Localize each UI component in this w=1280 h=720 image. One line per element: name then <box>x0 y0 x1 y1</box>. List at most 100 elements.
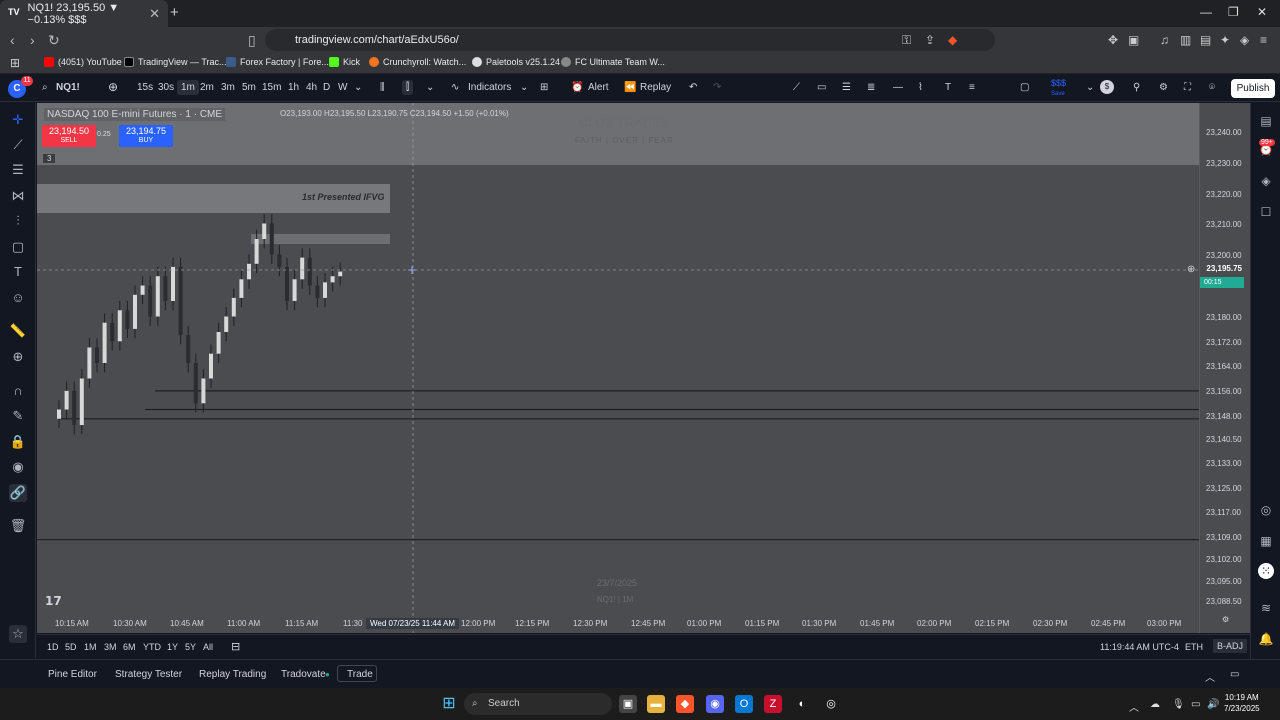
layouts-icon[interactable]: ⊞ <box>540 82 548 93</box>
camera-icon[interactable]: ⌾ <box>1209 82 1215 93</box>
chart-legend-title[interactable]: NASDAQ 100 E-mini Futures · 1 · CME <box>44 108 226 121</box>
price-scale[interactable]: 23,240.00 23,230.00 23,220.00 23,210.00 … <box>1199 103 1250 633</box>
bookmark-forex-factory[interactable]: Forex Factory | Fore... <box>226 57 329 67</box>
bookmark-paletools[interactable]: Paletools v25.1.24 <box>472 57 560 67</box>
trash-icon[interactable]: 🗑 <box>9 517 27 535</box>
publish-button[interactable]: Publish <box>1231 79 1275 98</box>
add-symbol-icon[interactable]: ⊕ <box>108 80 118 94</box>
save-button[interactable]: $$$ Save <box>1051 79 1066 99</box>
adjustment-toggle[interactable]: B-ADJ <box>1213 639 1248 653</box>
undo-icon[interactable]: ↶ <box>689 82 697 93</box>
interval-1h[interactable]: 1h <box>288 82 299 93</box>
range-5y[interactable]: 5Y <box>185 642 196 652</box>
system-clock[interactable]: 10:19 AM 7/23/2025 <box>1224 692 1260 714</box>
dollar-icon[interactable]: $ <box>1100 80 1114 94</box>
interval-30s[interactable]: 30s <box>158 82 174 93</box>
range-3m[interactable]: 3M <box>104 642 117 652</box>
chevron-down-icon[interactable]: ⌄ <box>520 82 528 93</box>
indicator-count-toggle[interactable]: 3 <box>43 154 56 163</box>
obs-icon[interactable]: ◎ <box>822 695 840 713</box>
calendar-icon[interactable]: ▦ <box>1258 533 1274 549</box>
screenshot-icon[interactable]: ▣ <box>1128 33 1139 47</box>
ai-icon[interactable]: ✦ <box>1220 33 1230 47</box>
maximize-panel-icon[interactable]: ▭ <box>1230 669 1239 680</box>
scale-settings-icon[interactable]: ⚙ <box>1222 615 1229 624</box>
vpn-icon[interactable]: ◈ <box>1240 33 1249 47</box>
chevron-down-icon[interactable]: ⌄ <box>354 82 362 93</box>
range-1d[interactable]: 1D <box>47 642 59 652</box>
emoji-icon[interactable]: ☺ <box>9 289 27 307</box>
target-icon[interactable]: ◎ <box>1258 502 1274 518</box>
brave-icon[interactable]: ◆ <box>948 33 957 47</box>
fib-tool-icon[interactable]: ≣ <box>867 82 875 93</box>
geometric-shapes-icon[interactable]: ▢ <box>9 238 27 256</box>
discord-icon[interactable]: ◉ <box>706 695 724 713</box>
position-tool-icon[interactable]: ☰ <box>842 82 851 93</box>
minimize-icon[interactable]: — <box>1200 5 1212 19</box>
zoom-in-icon[interactable]: ⊕ <box>9 348 27 366</box>
bookmark-tradingview[interactable]: TradingView — Trac... <box>124 57 227 67</box>
chart-clock[interactable]: 11:19:44 AM UTC-4 <box>1100 642 1179 652</box>
tab-replay-trading[interactable]: Replay Trading <box>199 669 266 680</box>
pattern-icon[interactable]: ⋈ <box>9 187 27 205</box>
outlook-icon[interactable]: O <box>735 695 753 713</box>
range-all[interactable]: All <box>203 642 213 652</box>
crosshair-icon[interactable]: ✛ <box>9 111 27 129</box>
quick-search-icon[interactable]: ⚲ <box>1133 82 1140 93</box>
bookmark-fc-ultimate[interactable]: FC Ultimate Team W... <box>561 57 665 67</box>
range-1m[interactable]: 1M <box>84 642 97 652</box>
trendline-tool-icon[interactable]: ⟋ <box>793 82 800 93</box>
redo-icon[interactable]: ↷ <box>713 82 721 93</box>
interval-1m[interactable]: 1m <box>177 80 199 95</box>
range-6m[interactable]: 6M <box>123 642 136 652</box>
ifvg-label[interactable]: 1st Presented IFVG <box>302 192 385 202</box>
forecast-icon[interactable]: ⫶ <box>9 212 27 230</box>
range-ytd[interactable]: YTD <box>143 642 161 652</box>
interval-d[interactable]: D <box>323 82 330 93</box>
windows-start-icon[interactable]: ⊞ <box>440 695 458 713</box>
watchlist-icon[interactable]: ▤ <box>1258 113 1274 129</box>
replay-button[interactable]: Replay <box>640 82 671 93</box>
extensions-icon[interactable]: ✥ <box>1108 33 1118 47</box>
bookmark-crunchyroll[interactable]: Crunchyroll: Watch... <box>369 57 466 67</box>
indicators-button[interactable]: Indicators <box>468 82 511 93</box>
music-icon[interactable]: ♫ <box>1160 33 1169 47</box>
interval-4h[interactable]: 4h <box>306 82 317 93</box>
path-tool-icon[interactable]: ⌇ <box>918 82 923 93</box>
share-icon[interactable]: ⇪ <box>925 33 935 47</box>
bar-style-icon[interactable]: ⫼ <box>380 82 385 93</box>
favorites-icon[interactable]: ☆ <box>9 625 27 643</box>
bookmark-youtube[interactable]: (4051) YouTube <box>44 57 122 67</box>
settings-icon[interactable]: ⚙ <box>1159 82 1168 93</box>
microphone-icon[interactable]: 🎙 <box>1172 699 1185 710</box>
chevron-down-icon[interactable]: ⌄ <box>426 82 434 93</box>
symbol-search[interactable]: NQ1! <box>56 82 80 93</box>
bookmark-icon[interactable]: ▯ <box>248 32 256 49</box>
close-tab-icon[interactable]: ✕ <box>149 6 160 22</box>
brush-icon[interactable]: ✎ <box>9 407 27 425</box>
interval-5m[interactable]: 5m <box>242 82 256 93</box>
magnet-icon[interactable]: ∩ <box>9 382 27 400</box>
reload-icon[interactable]: ↻ <box>48 32 60 49</box>
lock-icon[interactable]: 🔒 <box>9 433 27 451</box>
interval-15s[interactable]: 15s <box>137 82 153 93</box>
back-icon[interactable]: ‹ <box>10 32 15 48</box>
rectangle-icon[interactable]: ▢ <box>1020 82 1029 93</box>
brave-icon[interactable]: ◆ <box>676 695 694 713</box>
layers-icon[interactable]: ◈ <box>1258 173 1274 189</box>
close-window-icon[interactable]: ✕ <box>1257 5 1267 19</box>
network-icon[interactable]: ▭ <box>1191 699 1200 710</box>
trendline-icon[interactable]: ⟋ <box>9 136 27 154</box>
taskbar-search[interactable]: ⌕ Search <box>464 693 612 715</box>
grid-icon[interactable]: ⁙ <box>1258 563 1274 579</box>
alert-button[interactable]: Alert <box>588 82 609 93</box>
menu-icon[interactable]: ≡ <box>1260 33 1267 47</box>
sidebar-icon[interactable]: ▥ <box>1180 33 1191 47</box>
fullscreen-icon[interactable]: ⛶ <box>1184 82 1191 93</box>
session-toggle[interactable]: ETH <box>1185 642 1203 652</box>
search-icon[interactable]: ⌕ <box>42 82 48 93</box>
interval-w[interactable]: W <box>338 82 347 93</box>
url-field[interactable]: tradingview.com/chart/aEdxU56o/ <box>265 29 995 51</box>
rectangle-tool-icon[interactable]: ▭ <box>817 82 826 93</box>
candles-icon[interactable]: ⫿ <box>402 80 414 95</box>
